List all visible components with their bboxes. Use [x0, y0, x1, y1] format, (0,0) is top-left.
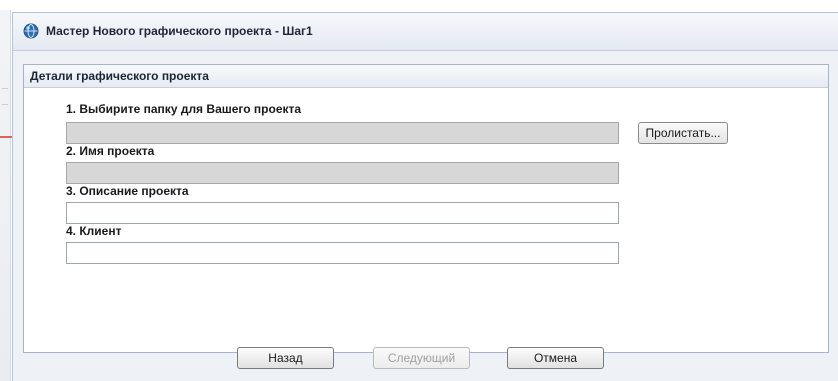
folder-path-input[interactable] [66, 122, 619, 144]
cancel-button[interactable]: Отмена [507, 347, 604, 369]
panel-header-title: Детали графического проекта [30, 69, 209, 83]
client-label: 4. Клиент [66, 224, 122, 238]
browse-button[interactable]: Пролистать... [638, 122, 728, 144]
next-button[interactable]: Следующий [373, 347, 470, 369]
background-window-edge [0, 10, 11, 381]
project-description-input[interactable] [66, 202, 619, 224]
wizard-dialog: Мастер Нового графического проекта - Шаг… [12, 12, 838, 381]
folder-label: 1. Выбирите папку для Вашего проекта [66, 102, 302, 116]
client-input[interactable] [66, 242, 619, 264]
project-description-label: 3. Описание проекта [66, 184, 189, 198]
panel-header: Детали графического проекта [24, 65, 828, 88]
background-divider [2, 88, 8, 89]
dialog-title: Мастер Нового графического проекта - Шаг… [46, 24, 313, 38]
project-name-label: 2. Имя проекта [66, 144, 155, 158]
background-divider [2, 104, 8, 105]
dialog-title-bar[interactable]: Мастер Нового графического проекта - Шаг… [13, 13, 838, 51]
project-details-panel: Детали графического проекта 1. Выбирите … [23, 64, 829, 353]
project-name-input[interactable] [66, 162, 619, 184]
back-button[interactable]: Назад [237, 347, 334, 369]
app-globe-icon [23, 23, 39, 39]
